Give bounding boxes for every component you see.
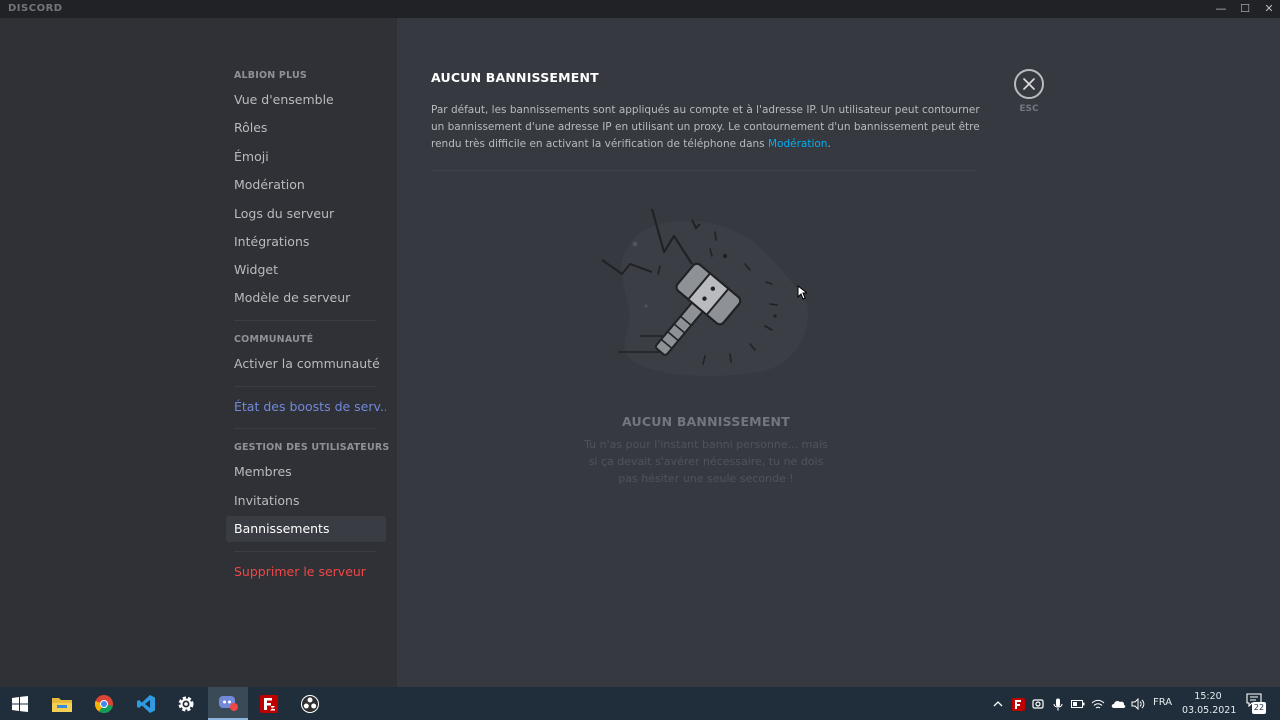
- sidebar-item-invites[interactable]: Invitations: [226, 488, 386, 514]
- sidebar-divider: [234, 428, 376, 429]
- minimize-button[interactable]: —: [1208, 0, 1234, 18]
- sidebar-item-members[interactable]: Membres: [226, 459, 386, 485]
- description-text: Par défaut, les bannissements sont appli…: [431, 104, 980, 150]
- close-window-button[interactable]: ✕: [1256, 0, 1280, 18]
- empty-state-title: AUCUN BANNISSEMENT: [622, 414, 790, 429]
- sidebar-item-moderation[interactable]: Modération: [226, 172, 386, 198]
- sidebar-item-enable-community[interactable]: Activer la communauté: [226, 351, 386, 377]
- community-header: COMMUNAUTÉ: [234, 334, 314, 345]
- user-management-header: GESTION DES UTILISATEURS: [234, 442, 390, 453]
- mouse-cursor-icon: [797, 285, 807, 300]
- file-explorer-icon: [52, 697, 72, 712]
- title-bar: DISCORD — ☐ ✕: [0, 0, 1280, 18]
- tray-wifi-icon[interactable]: [1090, 696, 1106, 712]
- sidebar-item-server-template[interactable]: Modèle de serveur: [226, 285, 386, 311]
- sidebar-item-integrations[interactable]: Intégrations: [226, 229, 386, 255]
- esc-label: ESC: [1019, 104, 1039, 114]
- tray-camera-icon[interactable]: [1030, 696, 1046, 712]
- maximize-button[interactable]: ☐: [1232, 0, 1258, 18]
- sidebar-item-boost-status[interactable]: État des boosts de serv...: [226, 394, 386, 420]
- server-header: ALBION PLUS: [234, 70, 307, 81]
- windows-taskbar: FRA 15:20 03.05.2021 22: [0, 687, 1280, 720]
- sidebar-item-emoji[interactable]: Émoji: [226, 144, 386, 170]
- close-settings-button[interactable]: [1014, 69, 1044, 99]
- taskbar-app[interactable]: [84, 687, 124, 720]
- vscode-icon: [137, 694, 155, 713]
- sidebar-divider: [234, 386, 376, 387]
- discord-icon: [219, 695, 238, 711]
- sidebar-item-widget[interactable]: Widget: [226, 257, 386, 283]
- description-end: .: [827, 138, 831, 150]
- sidebar-divider: [234, 320, 376, 321]
- sidebar-item-bans[interactable]: Bannissements: [226, 516, 386, 542]
- discord-window: DISCORD — ☐ ✕ ALBION PLUS Vue d'ensemble…: [0, 0, 1280, 720]
- tray-filezilla-icon[interactable]: [1010, 696, 1026, 712]
- moderation-link[interactable]: Modération: [768, 138, 827, 150]
- close-icon: [1023, 78, 1035, 90]
- chrome-icon: [95, 694, 113, 713]
- notification-center-button[interactable]: 22: [1245, 693, 1267, 715]
- tray-microphone-icon[interactable]: [1050, 696, 1066, 712]
- bans-panel: AUCUN BANNISSEMENT Par défaut, les banni…: [397, 18, 1280, 687]
- taskbar-app[interactable]: [42, 687, 82, 720]
- page-title: AUCUN BANNISSEMENT: [431, 70, 599, 85]
- tray-chevron-up-icon[interactable]: [990, 696, 1006, 712]
- sidebar-item-overview[interactable]: Vue d'ensemble: [226, 87, 386, 113]
- taskbar-app[interactable]: [249, 687, 289, 720]
- notification-badge: 22: [1252, 702, 1266, 714]
- obs-icon: [301, 694, 319, 713]
- filezilla-icon: [260, 694, 278, 713]
- clock-date: 03.05.2021: [1182, 705, 1237, 716]
- taskbar-app[interactable]: [208, 687, 248, 720]
- ban-hammer-illustration-icon: [601, 208, 808, 376]
- tray-clock[interactable]: 15:20 03.05.2021: [1182, 690, 1237, 718]
- taskbar-app[interactable]: [290, 687, 330, 720]
- clock-time: 15:20: [1194, 691, 1222, 702]
- tray-battery-icon[interactable]: [1070, 696, 1086, 712]
- app-title: DISCORD: [8, 3, 63, 14]
- delete-server-button[interactable]: Supprimer le serveur: [226, 559, 386, 585]
- settings-gear-icon: [178, 696, 194, 711]
- tray-language[interactable]: FRA: [1153, 697, 1172, 708]
- sidebar-divider: [234, 551, 376, 552]
- bans-description: Par défaut, les bannissements sont appli…: [431, 102, 991, 153]
- content-divider: [431, 170, 978, 171]
- sidebar-item-audit-log[interactable]: Logs du serveur: [226, 201, 386, 227]
- taskbar-app[interactable]: [0, 687, 40, 720]
- windows-start-icon: [12, 695, 28, 712]
- sidebar-item-roles[interactable]: Rôles: [226, 115, 386, 141]
- settings-sidebar: ALBION PLUS Vue d'ensemble Rôles Émoji M…: [0, 18, 397, 687]
- tray-onedrive-icon[interactable]: [1110, 696, 1126, 712]
- empty-state-text: Tu n'as pour l'instant banni personne...…: [584, 438, 828, 485]
- taskbar-app[interactable]: [166, 687, 206, 720]
- tray-volume-icon[interactable]: [1130, 696, 1146, 712]
- taskbar-app[interactable]: [126, 687, 166, 720]
